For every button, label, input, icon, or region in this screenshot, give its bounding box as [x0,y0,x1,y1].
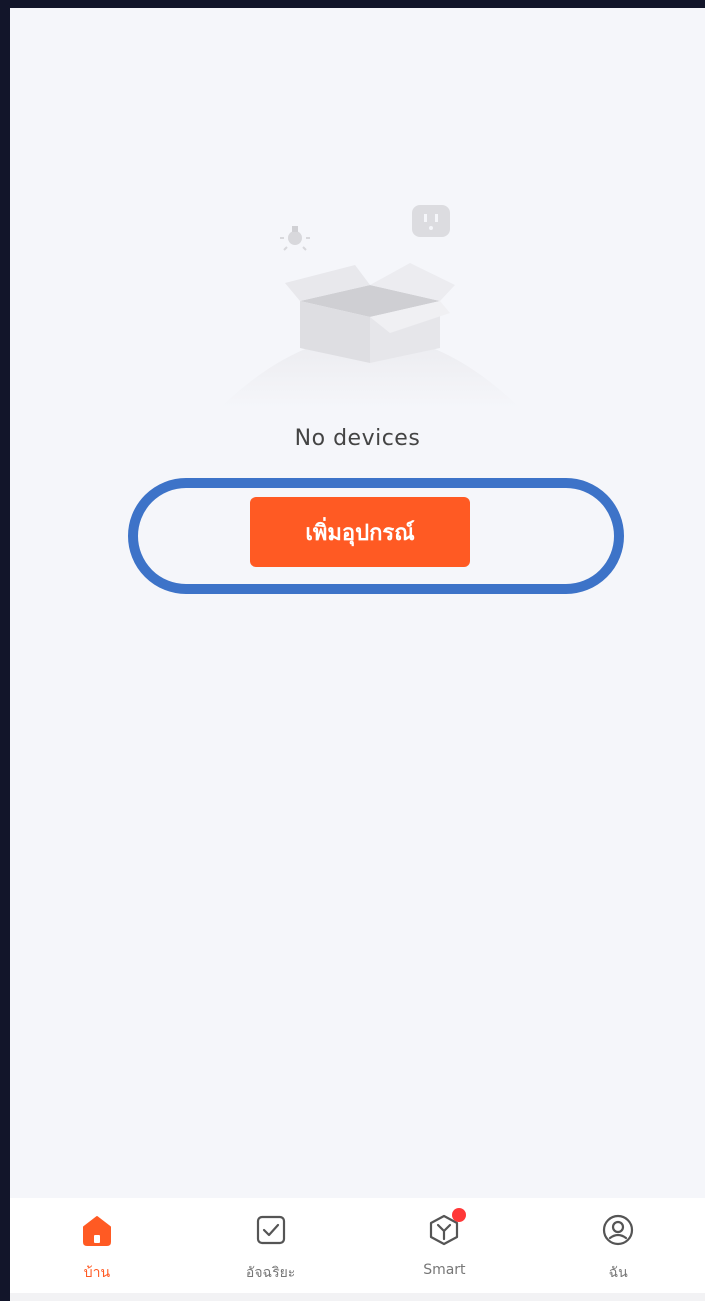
tab-label: อัจฉริยะ [245,1265,296,1281]
bottom-tab-bar: บ้าน อัจฉริยะ Smart ฉัน [10,1198,705,1293]
tab-profile[interactable]: ฉัน [531,1198,705,1293]
add-device-button[interactable]: เพิ่มอุปกรณ์ [250,497,470,567]
user-icon [600,1212,636,1248]
lightbulb-icon [280,226,310,251]
checkbox-icon [253,1212,289,1248]
tab-label: ฉัน [608,1265,628,1281]
smart-cube-icon [426,1208,467,1248]
tab-label: Smart [423,1262,466,1278]
box-icon [285,263,455,363]
bottom-safe-area [10,1293,705,1301]
notification-badge [452,1208,467,1222]
tab-label: บ้าน [83,1265,111,1281]
empty-state-message: No devices [294,426,421,451]
home-icon [79,1212,115,1248]
app-screen: No devices เพิ่มอุปกรณ์ บ้าน อัจฉริยะ Sm… [10,8,705,1301]
empty-state-illustration [220,205,520,408]
tab-smart-scenes[interactable]: อัจฉริยะ [184,1198,358,1293]
tab-home[interactable]: บ้าน [10,1198,184,1293]
socket-icon [412,205,450,237]
tab-smart[interactable]: Smart [358,1198,532,1293]
